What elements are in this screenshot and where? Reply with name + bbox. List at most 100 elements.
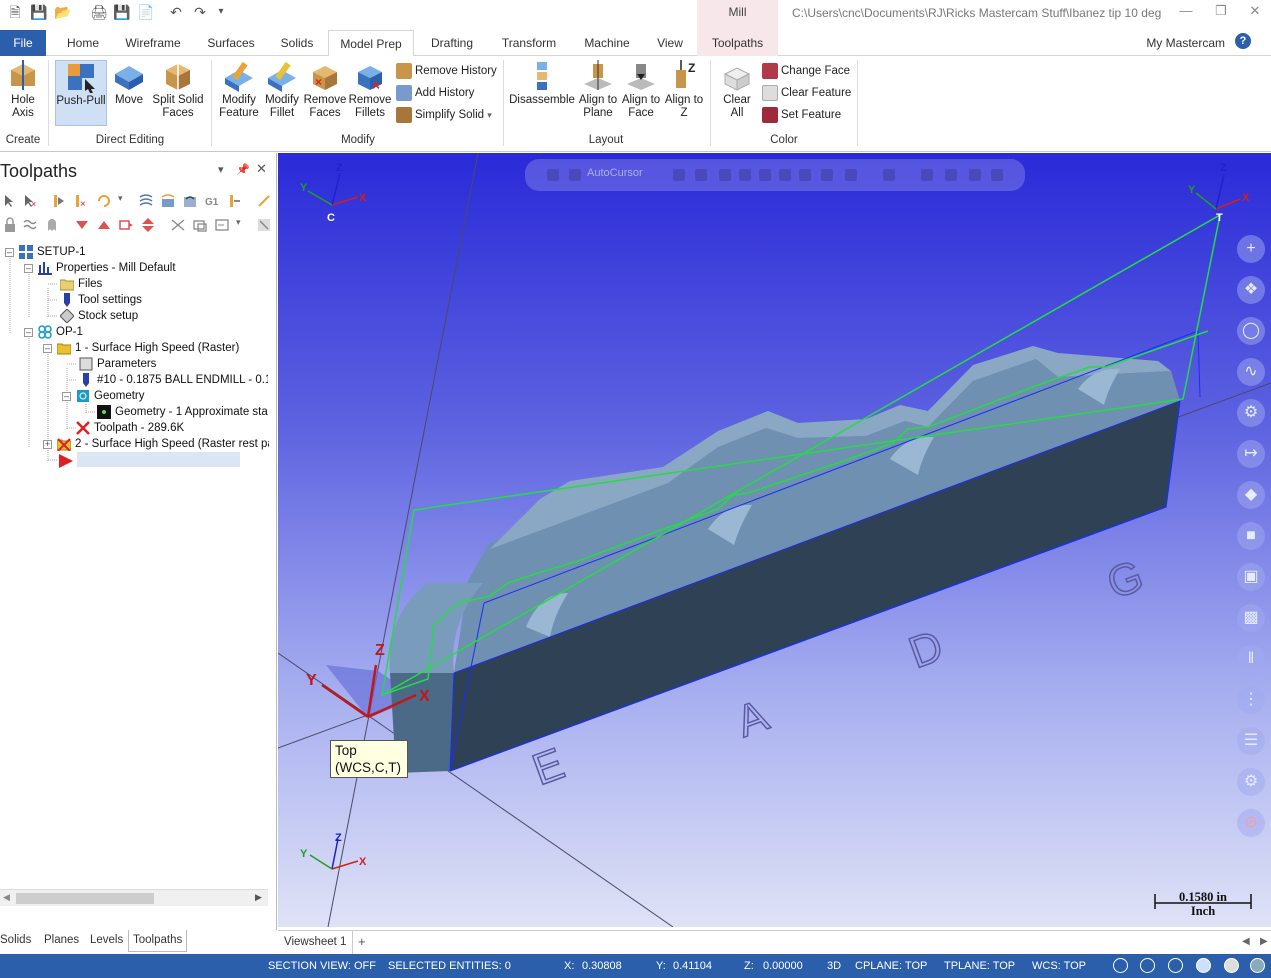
boolean-icon[interactable]: ▣ — [1237, 563, 1265, 591]
options-dropdown-icon[interactable]: ▾ — [236, 217, 252, 233]
tree-item-op[interactable]: OP-1 — [38, 324, 83, 340]
select-all-operations-icon[interactable] — [2, 193, 18, 209]
clear-feature-button[interactable]: Clear Feature — [762, 84, 851, 104]
align-to-plane-button[interactable]: Align to Plane — [577, 60, 619, 126]
analyze-icon[interactable]: ◆ — [1237, 481, 1265, 509]
tree-item-geometry[interactable]: Geometry — [76, 388, 145, 404]
select-body-icon[interactable] — [739, 169, 751, 181]
select-face-icon[interactable] — [759, 169, 771, 181]
tab-wireframe[interactable]: Wireframe — [121, 30, 185, 56]
tree-item-stock-setup[interactable]: Stock setup — [60, 308, 138, 324]
hole-axis-button[interactable]: Hole Axis — [3, 60, 43, 126]
help-icon[interactable]: ? — [1235, 33, 1251, 49]
toggle-display-icon[interactable] — [22, 217, 38, 233]
tree-item-files[interactable]: Files — [60, 276, 102, 292]
backplot-icon[interactable] — [138, 193, 154, 209]
remove-history-button[interactable]: Remove History — [396, 62, 497, 82]
material-icon[interactable] — [1224, 958, 1239, 973]
viewsheet-prev-icon[interactable]: ◀ — [1242, 936, 1250, 947]
insert-arrow-icon[interactable] — [58, 453, 74, 469]
x-coordinate-value[interactable]: 0.30808 — [582, 960, 622, 972]
deselect-operations-icon[interactable]: × — [22, 193, 38, 209]
tree-item-tool-settings[interactable]: Tool settings — [60, 292, 142, 308]
regen-dropdown-icon[interactable]: ▾ — [118, 193, 134, 209]
toolpath-options-icon[interactable] — [214, 217, 230, 233]
align-to-face-button[interactable]: Align to Face — [620, 60, 662, 126]
scroll-right-icon[interactable]: ▶ — [255, 892, 262, 903]
high-feed-icon[interactable] — [226, 193, 242, 209]
merge-icon[interactable]: 📄 — [137, 3, 155, 21]
snap-settings-icon[interactable] — [695, 169, 707, 181]
modify-feature-button[interactable]: Modify Feature — [216, 60, 262, 126]
tplane-status[interactable]: TPLANE: TOP — [944, 960, 1015, 972]
cplane-status[interactable]: CPLANE: TOP — [855, 960, 927, 972]
expand-all-icon[interactable] — [170, 217, 186, 233]
regenerate-all-icon[interactable] — [96, 193, 112, 209]
clear-selection-icon[interactable] — [991, 169, 1003, 181]
tree-item-setup[interactable]: SETUP-1 — [19, 244, 86, 260]
insert-after-icon[interactable] — [118, 217, 134, 233]
z-coordinate-value[interactable]: 0.00000 — [763, 960, 803, 972]
tree-item-tool[interactable]: #10 - 0.1875 BALL ENDMILL - 0.187 — [79, 372, 268, 388]
verify-icon[interactable] — [160, 193, 176, 209]
tab-surfaces[interactable]: Surfaces — [202, 30, 260, 56]
open-icon[interactable]: 📂 — [54, 3, 72, 21]
add-viewsheet-button[interactable]: + — [358, 934, 366, 949]
split-solid-faces-button[interactable]: Split Solid Faces — [150, 60, 206, 126]
tab-view[interactable]: View — [651, 30, 689, 56]
select-edge-icon[interactable] — [779, 169, 791, 181]
print-icon[interactable]: 🖨 — [90, 3, 108, 21]
quick-access-dropdown-icon[interactable]: ▾ — [212, 3, 230, 21]
face-color-icon[interactable]: ▩ — [1237, 604, 1265, 632]
save-as-icon[interactable]: 💾 — [113, 3, 131, 21]
add-entity-icon[interactable]: + — [1237, 235, 1265, 263]
tab-solids[interactable]: Solids — [276, 30, 318, 56]
select-feature-icon[interactable] — [821, 169, 833, 181]
settings-icon[interactable]: ⚙ — [1237, 768, 1265, 796]
expand-setup-toggle[interactable]: – — [5, 248, 14, 257]
tab-drafting[interactable]: Drafting — [424, 30, 480, 56]
simulate-icon[interactable] — [182, 193, 198, 209]
tree-item-geometry-child[interactable]: Geometry - 1 Approximate starting — [97, 404, 268, 420]
expand-properties-toggle[interactable]: – — [24, 264, 33, 273]
remove-faces-button[interactable]: × Remove Faces — [303, 60, 347, 126]
my-mastercam-link[interactable]: My Mastercam — [1146, 36, 1225, 50]
autocursor-icon[interactable] — [569, 169, 581, 181]
panel-close-icon[interactable]: ✕ — [256, 161, 267, 177]
expand-op-toggle[interactable]: – — [24, 328, 33, 337]
move-insert-up-icon[interactable] — [96, 217, 112, 233]
autocursor-label[interactable]: AutoCursor — [587, 167, 643, 179]
expand-geometry-toggle[interactable]: – — [62, 392, 71, 401]
restore-icon[interactable]: ❐ — [1206, 2, 1236, 22]
insert-position-highlight[interactable] — [77, 452, 240, 467]
scroll-left-icon[interactable]: ◀ — [3, 892, 10, 903]
minimize-icon[interactable]: — — [1171, 2, 1201, 22]
undo-icon[interactable]: ↶ — [167, 3, 185, 21]
tree-item-toolpath[interactable]: Toolpath - 289.6K — [76, 420, 184, 436]
tree-item-operation-1[interactable]: 1 - Surface High Speed (Raster) — [57, 340, 269, 356]
scroll-insert-icon[interactable] — [140, 217, 156, 233]
globe-icon[interactable] — [1113, 958, 1128, 973]
select-dirty-icon[interactable] — [50, 193, 66, 209]
select-arrow-icon[interactable] — [719, 169, 731, 181]
rotate-view-icon[interactable]: ⚙ — [1237, 399, 1265, 427]
section-view-status[interactable]: SECTION VIEW: OFF — [268, 960, 376, 972]
toggle-posting-icon[interactable] — [44, 217, 60, 233]
viewsheet-next-icon[interactable]: ▶ — [1260, 936, 1268, 947]
unselect-icon[interactable] — [969, 169, 981, 181]
lock-icon[interactable] — [2, 217, 18, 233]
panel-pin-icon[interactable]: 📌 — [236, 163, 250, 176]
tab-home[interactable]: Home — [60, 30, 106, 56]
levels-icon[interactable]: ☰ — [1237, 727, 1265, 755]
verify-selection-icon[interactable] — [845, 169, 857, 181]
disassemble-button[interactable]: Disassemble — [508, 60, 576, 126]
tree-item-properties[interactable]: Properties - Mill Default — [38, 260, 176, 276]
window-select-icon[interactable] — [883, 169, 895, 181]
redo-icon[interactable]: ↷ — [191, 3, 209, 21]
shaded-globe-icon[interactable] — [1168, 958, 1183, 973]
tab-solids-manager[interactable]: Solids — [0, 934, 31, 946]
change-face-button[interactable]: Change Face — [762, 62, 850, 82]
tab-machine[interactable]: Machine — [578, 30, 636, 56]
clear-all-button[interactable]: Clear All — [716, 60, 758, 126]
help-toolpath-icon[interactable] — [256, 217, 272, 233]
